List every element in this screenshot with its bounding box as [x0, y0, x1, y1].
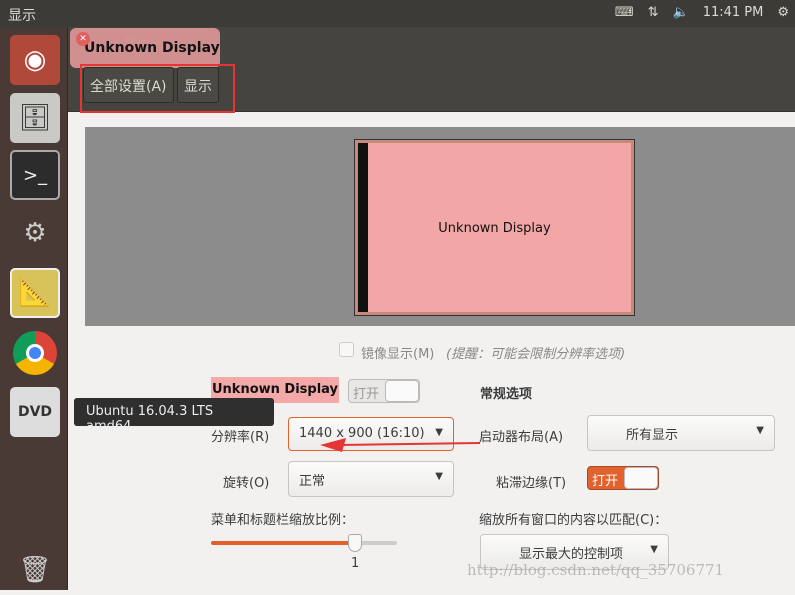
mirror-hint: (提醒：可能会限制分辨率选项)	[446, 347, 626, 362]
dvd-tooltip: Ubuntu 16.04.3 LTS amd64	[74, 398, 274, 434]
gear-icon[interactable]: ⚙	[777, 5, 789, 20]
mirror-label: 镜像显示(M)	[361, 347, 435, 362]
chrome-icon[interactable]	[10, 328, 60, 378]
chevron-down-icon: ▼	[650, 544, 658, 555]
clock[interactable]: 11:41 PM	[703, 5, 764, 20]
rotation-dropdown[interactable]: 正常 ▼	[288, 461, 454, 497]
chevron-down-icon: ▼	[756, 425, 764, 436]
terminal-icon[interactable]: >_	[10, 150, 60, 200]
annotation-arrow	[320, 438, 480, 452]
launcher-placement-label: 启动器布局(A)	[479, 430, 564, 445]
mirror-checkbox[interactable]	[339, 342, 354, 357]
rotation-label: 旋转(O)	[223, 476, 270, 491]
network-arrows-icon[interactable]: ⇅	[648, 5, 659, 20]
close-icon[interactable]: ✕	[76, 32, 90, 46]
scale-slider[interactable]	[211, 541, 397, 545]
window-title-tooltip: Unknown Display	[70, 28, 220, 68]
top-panel: 显示 ⌨ ⇅ 🔈 11:41 PM ⚙	[0, 0, 795, 27]
monitor-label: Unknown Display	[438, 221, 551, 236]
chevron-down-icon: ▼	[435, 471, 443, 482]
dvd-icon[interactable]: DVD	[10, 387, 60, 437]
launcher-placement-value: 所有显示	[626, 428, 679, 443]
file-cabinet-icon[interactable]: 🗄	[10, 93, 60, 143]
launcher-placement-dropdown[interactable]: 所有显示 ▼	[587, 415, 775, 451]
system-settings-icon[interactable]: ⚙	[10, 208, 60, 258]
monitor-preview[interactable]: Unknown Display	[354, 139, 635, 316]
display-power-switch[interactable]: 打开	[348, 379, 420, 403]
slider-handle[interactable]	[348, 534, 362, 552]
sticky-edges-switch[interactable]: 打开	[587, 466, 659, 490]
launcher: ◉ 🗄 >_ ⚙ 📐 DVD 🗑	[0, 27, 68, 590]
display-settings-icon[interactable]: 📐	[10, 268, 60, 318]
volume-icon[interactable]: 🔈	[673, 5, 689, 20]
trash-icon[interactable]: 🗑	[10, 545, 60, 595]
keyboard-icon[interactable]: ⌨	[615, 5, 634, 20]
scale-all-value: 显示最大的控制项	[519, 547, 624, 562]
scale-label: 菜单和标题栏缩放比例：	[211, 513, 355, 528]
switch-label: 打开	[592, 474, 619, 489]
annotation-box	[80, 64, 235, 113]
rotation-value: 正常	[299, 474, 326, 489]
resolution-label: 分辨率(R)	[211, 430, 270, 445]
sticky-edges-label: 粘滞边缘(T)	[496, 476, 567, 491]
ubuntu-dash-icon[interactable]: ◉	[10, 35, 60, 85]
app-title: 显示	[8, 8, 36, 24]
scale-value: 1	[351, 556, 360, 571]
general-heading: 常规选项	[480, 387, 533, 402]
watermark: http://blog.csdn.net/qq_35706771	[467, 561, 725, 579]
scale-all-label: 缩放所有窗口的内容以匹配(C)：	[479, 513, 668, 528]
switch-label: 打开	[353, 387, 380, 402]
